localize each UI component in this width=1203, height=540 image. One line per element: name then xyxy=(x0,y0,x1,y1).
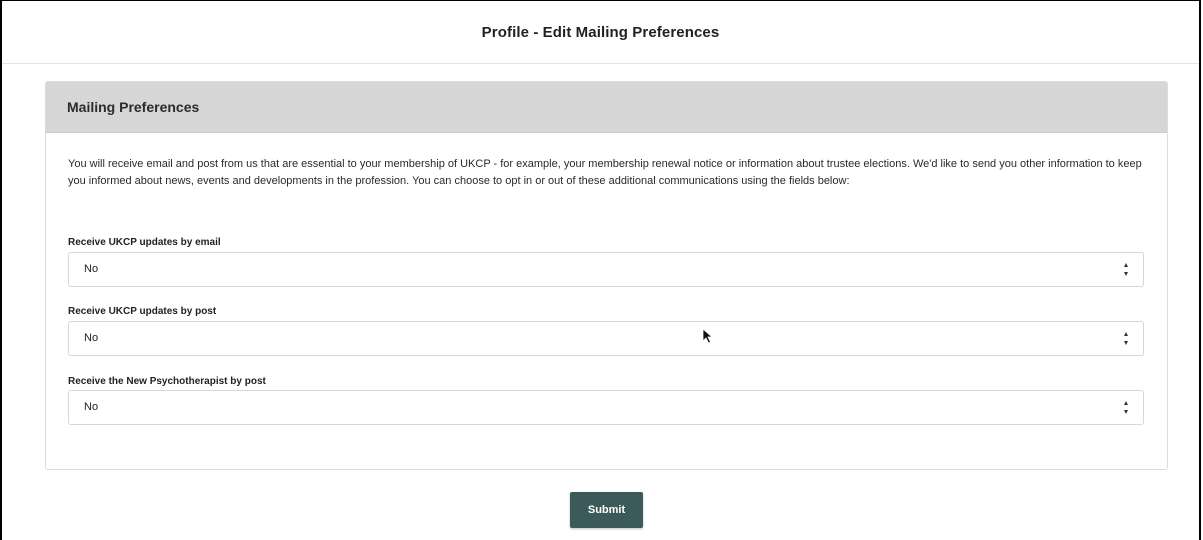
page-header: Profile - Edit Mailing Preferences xyxy=(2,1,1199,64)
email-updates-select[interactable]: No xyxy=(68,252,1144,287)
arrow-up-icon xyxy=(1124,332,1128,336)
select-arrows-icon xyxy=(1123,261,1131,278)
submit-button[interactable]: Submit xyxy=(570,492,643,528)
intro-text: You will receive email and post from us … xyxy=(68,158,1142,187)
arrow-down-icon xyxy=(1124,272,1128,276)
new-psychotherapist-value: No xyxy=(84,401,99,413)
arrow-up-icon xyxy=(1124,263,1128,267)
mailing-preferences-panel: Mailing Preferences You will receive ema… xyxy=(45,81,1168,470)
post-updates-select[interactable]: No xyxy=(68,321,1144,356)
select-arrows-icon xyxy=(1123,399,1131,416)
email-updates-label: Receive UKCP updates by email xyxy=(68,237,221,248)
arrow-down-icon xyxy=(1124,410,1128,414)
select-arrows-icon xyxy=(1123,330,1131,347)
arrow-up-icon xyxy=(1124,401,1128,405)
panel-title: Mailing Preferences xyxy=(67,99,200,115)
new-psychotherapist-select[interactable]: No xyxy=(68,390,1144,425)
panel-header: Mailing Preferences xyxy=(46,82,1167,133)
post-updates-label: Receive UKCP updates by post xyxy=(68,306,217,317)
page-frame: Profile - Edit Mailing Preferences Maili… xyxy=(0,0,1201,540)
post-updates-value: No xyxy=(84,332,99,344)
mouse-pointer-icon xyxy=(702,328,714,344)
page-title: Profile - Edit Mailing Preferences xyxy=(481,23,720,41)
email-updates-value: No xyxy=(84,263,99,275)
arrow-down-icon xyxy=(1124,341,1128,345)
new-psychotherapist-label: Receive the New Psychotherapist by post xyxy=(68,376,266,387)
